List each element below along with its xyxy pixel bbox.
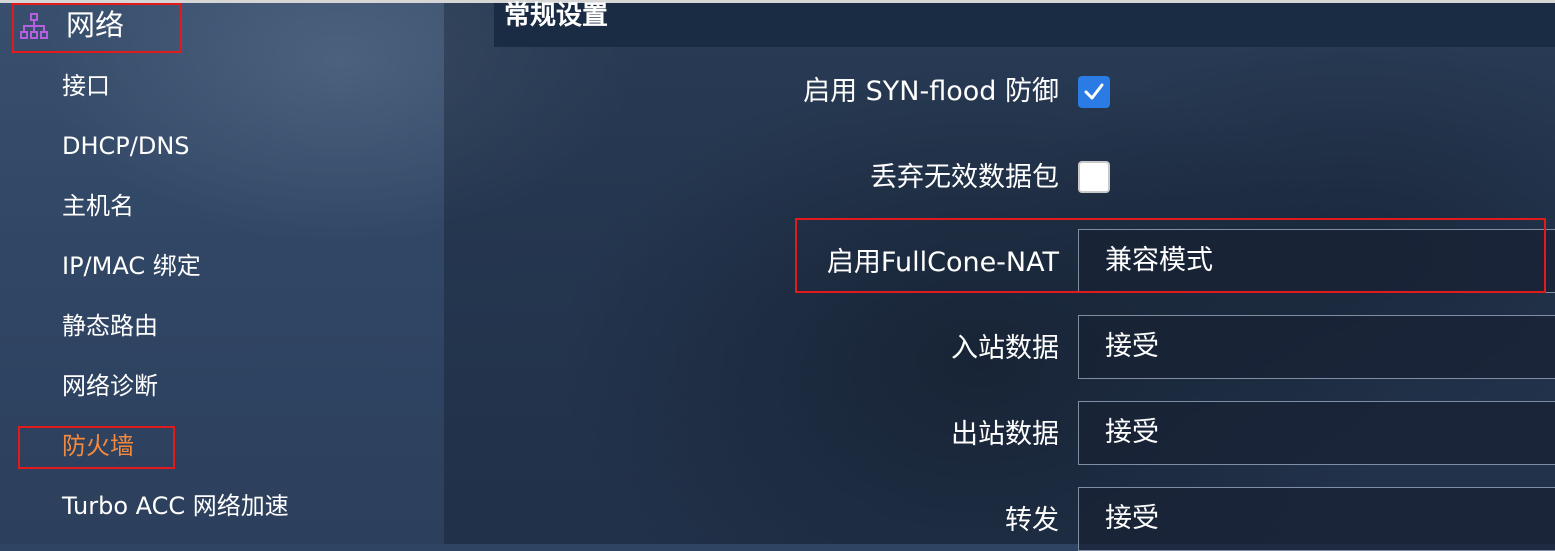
sidebar-section-label: 网络 [66, 8, 125, 42]
sidebar-item-ip-mac-binding[interactable]: IP/MAC 绑定 [62, 246, 201, 286]
sidebar-item-static-routes[interactable]: 静态路由 [62, 306, 158, 346]
forward-label: 转发 [1005, 505, 1059, 536]
drop-invalid-checkbox[interactable] [1078, 161, 1110, 193]
sidebar-item-turbo-acc[interactable]: Turbo ACC 网络加速 [62, 486, 289, 526]
syn-flood-checkbox[interactable] [1078, 76, 1110, 108]
input-select[interactable]: 接受 [1078, 315, 1555, 379]
forward-select[interactable]: 接受 [1078, 487, 1555, 551]
highlight-box-fullcone-nat [795, 218, 1546, 293]
section-header [494, 3, 1555, 47]
network-icon [18, 11, 50, 43]
sidebar-item-dhcp-dns[interactable]: DHCP/DNS [62, 126, 190, 166]
checkmark-icon [1084, 83, 1104, 100]
output-select[interactable]: 接受 [1078, 401, 1555, 465]
sidebar-section-network[interactable]: 网络 [12, 3, 182, 53]
sidebar-item-diagnostics[interactable]: 网络诊断 [62, 366, 158, 406]
input-label: 入站数据 [951, 333, 1059, 364]
sidebar-item-interfaces[interactable]: 接口 [62, 66, 110, 106]
highlight-box-firewall [18, 426, 175, 469]
section-title: 常规设置 [504, 1, 609, 31]
drop-invalid-label: 丢弃无效数据包 [870, 162, 1059, 193]
sidebar-item-hostnames[interactable]: 主机名 [62, 186, 134, 226]
syn-flood-label: 启用 SYN-flood 防御 [803, 76, 1059, 107]
output-label: 出站数据 [951, 419, 1059, 450]
